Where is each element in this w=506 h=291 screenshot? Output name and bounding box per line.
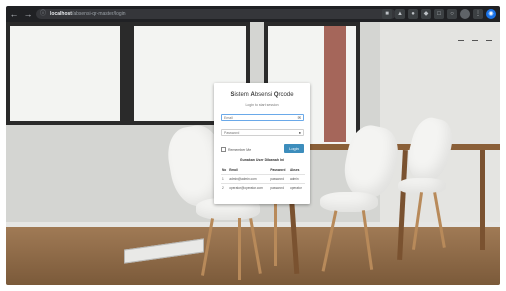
table-leg [480, 150, 485, 250]
chair-leg [238, 218, 241, 280]
table-header-row: No Email Password Akses [221, 166, 305, 175]
email-field-container: ✉ [221, 114, 304, 121]
info-icon[interactable]: ⓘ [39, 10, 47, 18]
password-input[interactable] [224, 130, 294, 135]
browser-toolbar: ← → ↻ ⓘ localhost/absensi-qr-master/logi… [6, 6, 500, 22]
column-header: Password [270, 168, 286, 172]
remember-me[interactable]: Remember Me [221, 147, 251, 152]
coat-hook [486, 40, 492, 45]
back-button[interactable]: ← [8, 8, 20, 20]
brick-wall [324, 26, 346, 142]
extension-icon[interactable]: ● [408, 9, 418, 19]
forward-button[interactable]: → [22, 8, 34, 20]
extension-icon[interactable]: ▲ [395, 9, 405, 19]
table-row: 2 operator@operator.com password operato… [221, 183, 305, 192]
table-cell: 1 [221, 174, 229, 184]
envelope-icon: ✉ [297, 115, 301, 120]
coat-hook [458, 40, 464, 45]
extension-icon[interactable]: □ [434, 9, 444, 19]
extension-icon[interactable]: ◆ [421, 9, 431, 19]
users-table: No Email Password Akses 1 admin@admin.co… [221, 166, 305, 192]
column-header: Email [229, 168, 238, 172]
lock-icon: ● [298, 130, 301, 135]
table-cell: password [269, 174, 289, 184]
column-header: Akses [289, 168, 300, 172]
password-field-container: ● [221, 129, 304, 136]
table-cell: password [269, 183, 289, 192]
app-title: Sistem Absensi Qrcode [214, 92, 310, 98]
login-card: Sistem Absensi Qrcode Login to start ses… [214, 83, 310, 204]
table-cell: admin@admin.com [228, 174, 270, 184]
remember-checkbox[interactable] [221, 147, 226, 152]
extension-icon[interactable]: ■ [382, 9, 392, 19]
table-cell: operator@operator.com [228, 183, 270, 192]
window-glass [10, 26, 120, 121]
email-input[interactable] [224, 115, 294, 120]
users-heading: Gunakan User Dibawah Ini [239, 158, 285, 162]
extension-area: ■ ▲ ● ◆ □ ○ ⋮ ◉ [382, 9, 496, 19]
chair-seat [320, 192, 378, 212]
menu-icon[interactable]: ⋮ [473, 9, 483, 19]
login-button[interactable]: Login [284, 144, 304, 153]
extension-icon[interactable]: ○ [447, 9, 457, 19]
address-bar[interactable]: ⓘ localhost/absensi-qr-master/login [36, 9, 396, 19]
background-photo: Sistem Absensi Qrcode Login to start ses… [6, 22, 500, 285]
title-word: rcode [278, 92, 294, 98]
table-cell: 2 [221, 183, 229, 192]
title-word: bsensi [254, 92, 274, 98]
browser-window: ← → ↻ ⓘ localhost/absensi-qr-master/logi… [6, 6, 500, 285]
url-text: localhost/absensi-qr-master/login [50, 11, 126, 17]
login-subtitle: Login to start session [245, 103, 279, 107]
url-host: localhost [50, 11, 72, 17]
title-word: istem [234, 92, 251, 98]
coat-hook [472, 40, 478, 45]
column-header: No [222, 168, 227, 172]
remember-label: Remember Me [228, 147, 252, 152]
profile-avatar[interactable] [460, 9, 470, 19]
table-cell: operator [288, 183, 305, 192]
puzzle-icon[interactable]: ◉ [486, 9, 496, 19]
table-cell: admin [288, 174, 305, 184]
table-row: 1 admin@admin.com password admin [221, 174, 305, 184]
url-path: /absensi-qr-master/login [71, 11, 126, 17]
